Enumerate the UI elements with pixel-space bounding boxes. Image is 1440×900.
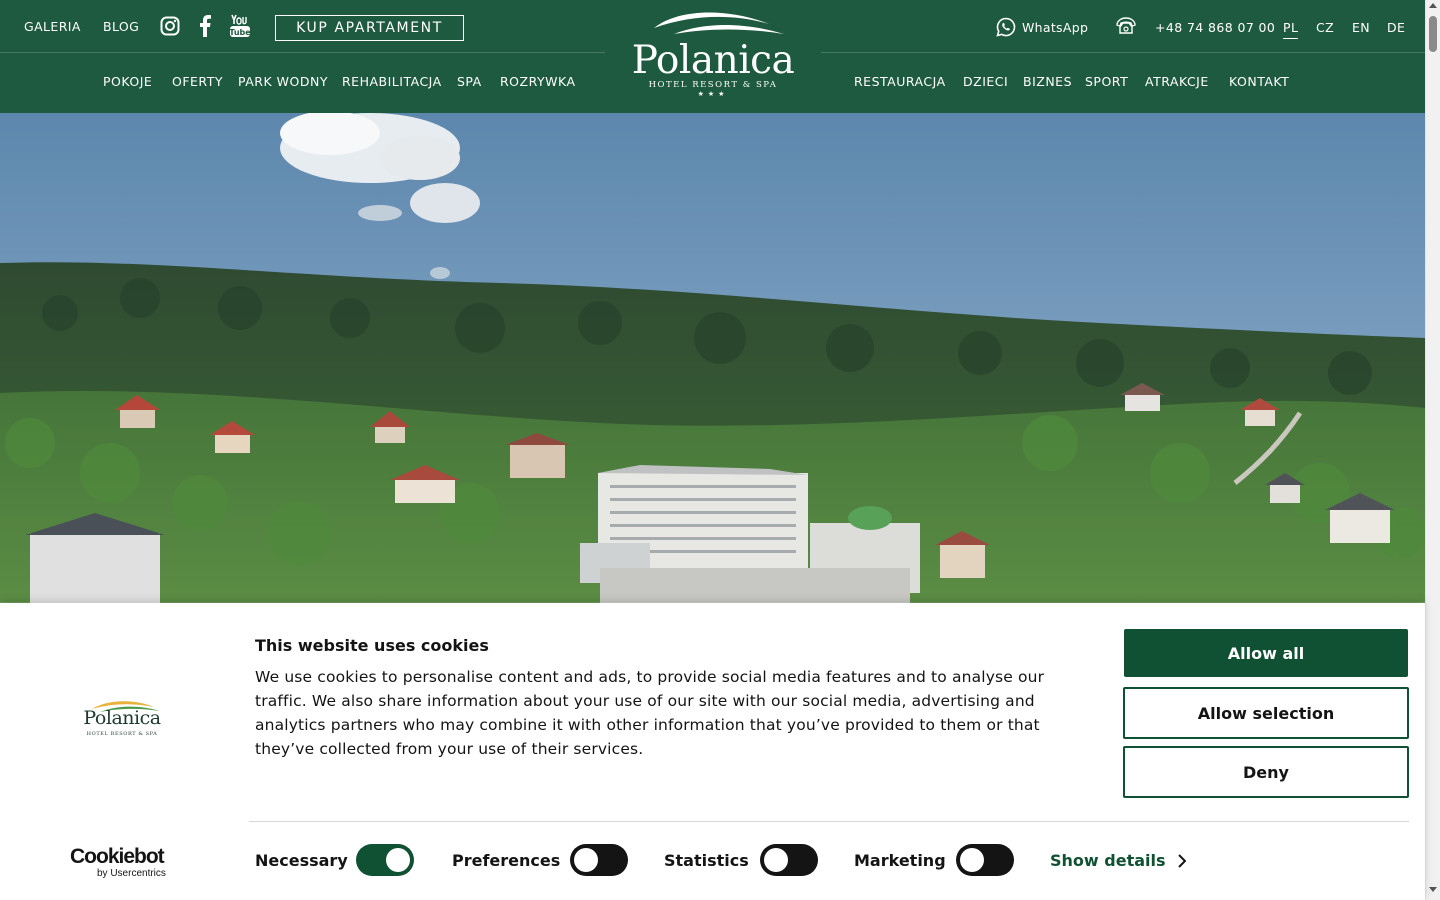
site-logo[interactable]: Polanica HOTEL RESORT & SPA ★★★ [622, 8, 804, 104]
show-details-link[interactable]: Show details [1050, 851, 1186, 870]
youtube-icon[interactable]: Tube [229, 14, 251, 38]
logo-name: Polanica [631, 38, 795, 83]
cookie-description: We use cookies to personalise content an… [255, 668, 1045, 758]
cookiebot-by: by Usercentrics [97, 868, 166, 879]
lang-de[interactable]: DE [1387, 20, 1405, 35]
toggle-label-preferences: Preferences [452, 851, 561, 870]
blog-link[interactable]: BLOG [103, 19, 139, 34]
nav-item-dzieci[interactable]: DZIECI [963, 74, 1008, 89]
toggle-knob [386, 848, 410, 872]
cookie-banner: Polanica HOTEL RESORT & SPA This website… [0, 603, 1425, 900]
site-header: GALERIA BLOG Tube KUP APARTAMENT POKOJE … [0, 0, 1425, 113]
lang-pl[interactable]: PL [1283, 20, 1299, 39]
lang-cz[interactable]: CZ [1316, 20, 1334, 35]
cookie-logo-name: Polanica [83, 707, 161, 729]
deny-button[interactable]: Deny [1123, 746, 1409, 798]
cookiebot-logo[interactable]: Cookiebot by Usercentrics [70, 846, 174, 880]
marketing-toggle[interactable] [956, 844, 1014, 876]
cookie-separator [249, 821, 1409, 822]
page-scrollbar[interactable] [1425, 0, 1440, 900]
preferences-toggle[interactable] [570, 844, 628, 876]
nav-item-kontakt[interactable]: KONTAKT [1229, 74, 1289, 89]
buy-apartment-button[interactable]: KUP APARTAMENT [275, 15, 464, 41]
nav-item-restauracja[interactable]: RESTAURACJA [854, 74, 946, 89]
nav-item-oferty[interactable]: OFERTY [172, 74, 223, 89]
cookie-logo-subtitle: HOTEL RESORT & SPA [86, 731, 158, 737]
toggle-knob [574, 848, 598, 872]
whatsapp-link[interactable]: WhatsApp [996, 17, 1088, 37]
whatsapp-label: WhatsApp [1022, 19, 1089, 35]
necessary-toggle[interactable] [356, 844, 414, 876]
phone-icon [1114, 16, 1138, 40]
svg-text:Tube: Tube [229, 28, 251, 37]
header-divider-left [0, 52, 605, 53]
nav-item-biznes[interactable]: BIZNES [1023, 74, 1072, 89]
cookie-title: This website uses cookies [255, 636, 489, 655]
logo-stars: ★★★ [697, 90, 729, 98]
show-details-label: Show details [1050, 851, 1166, 870]
toggle-label-necessary: Necessary [255, 851, 348, 870]
facebook-icon[interactable] [194, 14, 216, 38]
toggle-knob [960, 848, 984, 872]
scrollbar-thumb[interactable] [1429, 16, 1437, 52]
nav-item-spa[interactable]: SPA [457, 74, 482, 89]
hero-image [0, 113, 1425, 603]
chevron-right-icon [1177, 853, 1186, 868]
header-divider-right [821, 52, 1425, 53]
toggle-knob [764, 848, 788, 872]
nav-item-rozrywka[interactable]: ROZRYWKA [500, 74, 576, 89]
allow-selection-button[interactable]: Allow selection [1123, 687, 1409, 739]
toggle-label-statistics: Statistics [664, 851, 749, 870]
nav-item-sport[interactable]: SPORT [1085, 74, 1128, 89]
cookiebot-brand: Cookiebot [70, 845, 165, 868]
lang-en[interactable]: EN [1352, 20, 1370, 35]
scroll-up-arrow-icon[interactable] [1429, 3, 1437, 8]
nav-item-atrakcje[interactable]: ATRAKCJE [1145, 74, 1209, 89]
nav-item-pokoje[interactable]: POKOJE [103, 74, 152, 89]
logo-swoosh [654, 12, 784, 34]
phone-number[interactable]: +48 74 868 07 00 [1155, 20, 1275, 35]
instagram-icon[interactable] [159, 14, 181, 38]
whatsapp-icon [996, 17, 1016, 37]
scroll-down-arrow-icon[interactable] [1429, 887, 1437, 892]
nav-item-park-wodny[interactable]: PARK WODNY [238, 74, 328, 89]
allow-all-button[interactable]: Allow all [1124, 629, 1408, 677]
toggle-label-marketing: Marketing [854, 851, 946, 870]
logo-subtitle: HOTEL RESORT & SPA [648, 80, 778, 90]
nav-item-rehabilitacja[interactable]: REHABILITACJA [342, 74, 442, 89]
statistics-toggle[interactable] [760, 844, 818, 876]
gallery-link[interactable]: GALERIA [24, 19, 81, 34]
cookie-banner-logo: Polanica HOTEL RESORT & SPA [80, 699, 164, 745]
